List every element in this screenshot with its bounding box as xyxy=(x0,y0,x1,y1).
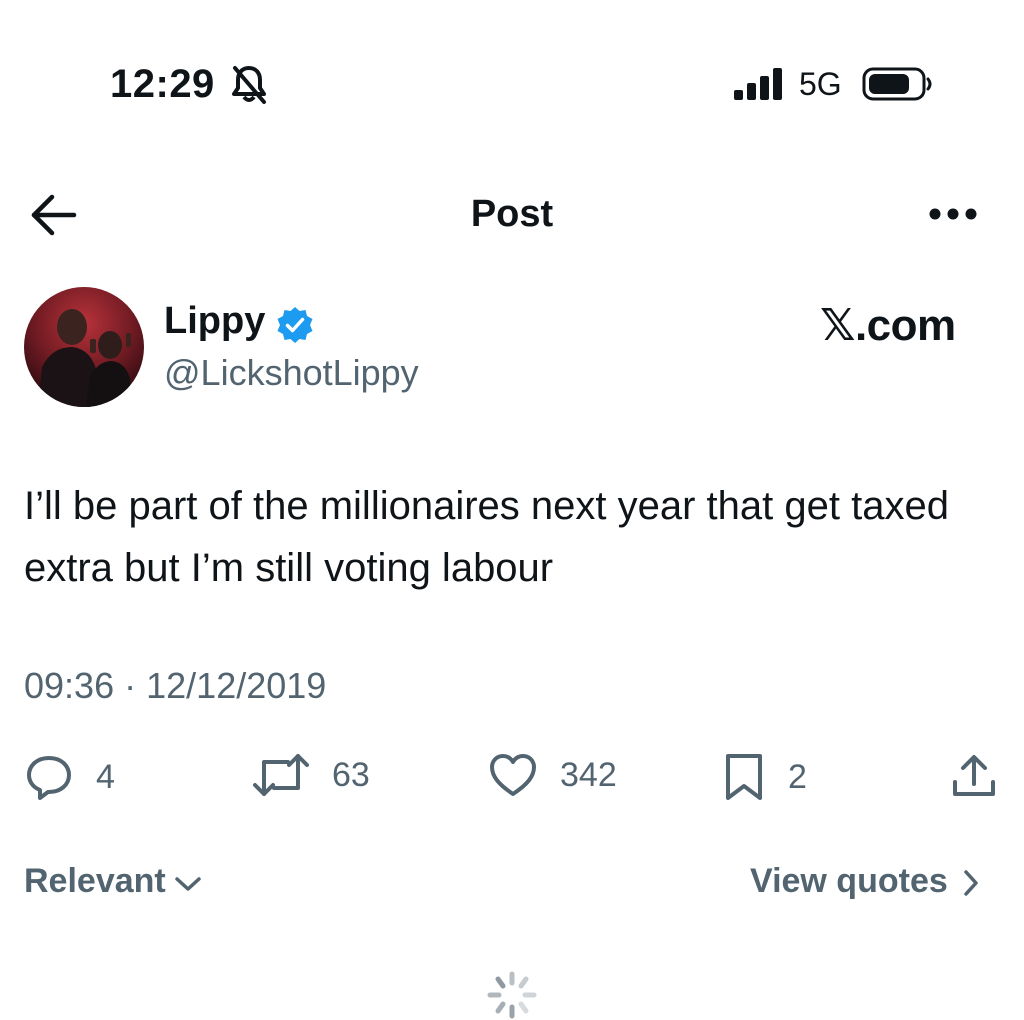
verified-badge-icon xyxy=(275,305,315,345)
brand-watermark: 𝕏.com xyxy=(820,301,956,350)
author-name[interactable]: Lippy xyxy=(164,300,265,343)
sort-label: Relevant xyxy=(24,862,166,900)
bookmark-icon xyxy=(726,754,762,800)
status-time: 12:29 xyxy=(110,62,215,106)
loading-spinner-icon xyxy=(484,970,540,1020)
author-handle[interactable]: @LickshotLippy xyxy=(164,352,419,394)
chevron-down-icon xyxy=(174,876,201,891)
share-icon xyxy=(953,755,995,796)
sort-dropdown[interactable]: Relevant xyxy=(24,862,202,901)
share-button[interactable] xyxy=(950,752,998,800)
reply-icon xyxy=(27,756,71,800)
reply-button[interactable]: 4 xyxy=(24,752,115,802)
more-icon[interactable] xyxy=(927,206,979,222)
post-date: 12/12/2019 xyxy=(146,665,327,706)
post-time: 09:36 xyxy=(24,665,115,706)
bell-muted-icon xyxy=(230,64,268,104)
retweet-count: 63 xyxy=(332,755,370,794)
chevron-right-icon xyxy=(964,869,978,896)
reply-count: 4 xyxy=(96,757,115,796)
page-title: Post xyxy=(470,193,554,235)
bookmark-button[interactable]: 2 xyxy=(722,752,807,802)
network-type: 5G xyxy=(799,66,842,102)
battery-icon xyxy=(862,66,934,102)
like-icon xyxy=(490,754,536,796)
bookmark-count: 2 xyxy=(788,757,807,796)
view-quotes-link[interactable]: View quotes xyxy=(750,862,980,901)
signal-icon xyxy=(734,68,786,100)
like-count: 342 xyxy=(560,755,617,794)
timestamp-separator: · xyxy=(124,665,137,706)
retweet-button[interactable]: 63 xyxy=(252,752,370,798)
view-quotes-label: View quotes xyxy=(750,862,948,900)
avatar[interactable] xyxy=(24,287,144,407)
retweet-icon xyxy=(253,754,309,796)
like-button[interactable]: 342 xyxy=(488,752,617,798)
post-timestamp[interactable]: 09:36 · 12/12/2019 xyxy=(24,665,326,707)
post-text: I’ll be part of the millionaires next ye… xyxy=(24,484,949,590)
